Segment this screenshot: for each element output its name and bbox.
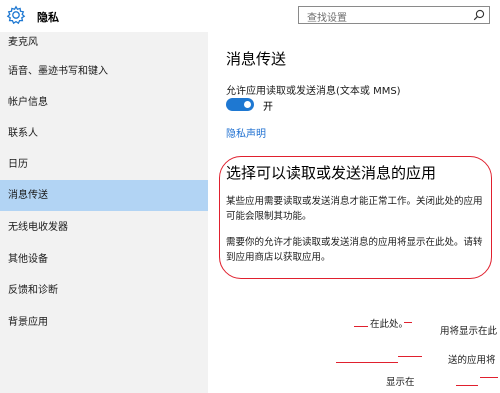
apps-section-title: 选择可以读取或发送消息的应用: [226, 164, 437, 182]
sidebar-item-feedback-diagnostics[interactable]: 反馈和诊断: [0, 275, 208, 306]
description-paragraph-1: 某些应用需要读取或发送消息才能正常工作。关闭此处的应用可能会限制其功能。: [226, 196, 483, 222]
messaging-toggle[interactable]: [226, 98, 254, 111]
sidebar-item-calendar[interactable]: 日历: [0, 149, 208, 180]
sidebar-item-contacts[interactable]: 联系人: [0, 118, 208, 149]
search-placeholder: 查找设置: [307, 13, 347, 24]
annotation-stroke: [336, 362, 398, 363]
sidebar-item-microphone[interactable]: 麦克风: [0, 27, 208, 58]
toggle-state-label: 开: [263, 102, 273, 113]
privacy-statement-link[interactable]: 隐私声明: [226, 125, 266, 140]
sidebar-item-radios[interactable]: 无线电收发器: [0, 212, 208, 243]
messaging-permission-label: 允许应用读取或发送消息(文本或 MMS): [226, 86, 401, 97]
annotation-stroke: [354, 326, 368, 327]
section-heading: 消息传送: [226, 50, 287, 68]
sidebar-item-speech-inking-typing[interactable]: 语音、墨迹书写和键入: [0, 56, 208, 87]
page-title: 隐私: [37, 11, 59, 24]
gear-icon[interactable]: [6, 5, 26, 25]
sidebar-item-other-devices[interactable]: 其他设备: [0, 244, 208, 275]
sidebar-item-messaging[interactable]: 消息传送: [0, 180, 208, 211]
sidebar: 麦克风 语音、墨迹书写和键入 帐户信息 联系人 日历 消息传送 无线电收发器 其…: [0, 32, 208, 393]
search-input[interactable]: 查找设置: [298, 6, 490, 24]
fragment-text: 用将显示在此: [440, 326, 498, 337]
toggle-knob: [244, 101, 251, 108]
sidebar-item-account-info[interactable]: 帐户信息: [0, 87, 208, 118]
fragment-text: 送的应用将: [448, 355, 496, 366]
annotation-stroke: [404, 322, 412, 323]
annotation-stroke: [398, 356, 422, 357]
fragment-text: 显示在: [386, 377, 415, 388]
annotation-stroke: [480, 377, 498, 378]
main-content: 消息传送 允许应用读取或发送消息(文本或 MMS) 开 隐私声明 选择可以读取或…: [208, 32, 500, 393]
search-icon[interactable]: [473, 9, 485, 21]
annotation-stroke: [456, 385, 478, 386]
fragment-text: 在此处。: [370, 319, 409, 330]
description-paragraph-2: 需要你的允许才能读取或发送消息的应用将显示在此处。请转到应用商店以获取应用。: [226, 237, 483, 263]
sidebar-item-background-apps[interactable]: 背景应用: [0, 307, 208, 338]
